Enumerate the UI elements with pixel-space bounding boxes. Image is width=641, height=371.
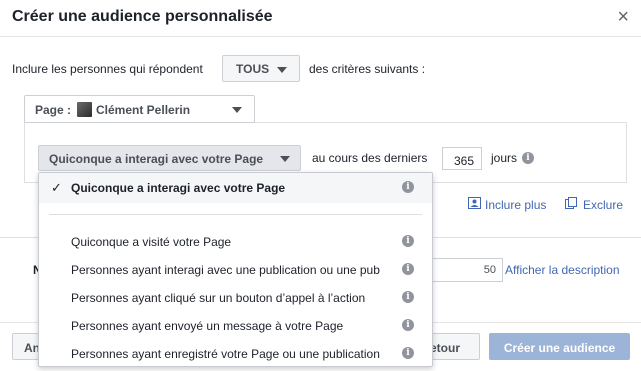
exclude-link[interactable]: Exclure	[583, 198, 623, 212]
exclude-icon[interactable]	[565, 197, 577, 212]
include-more-icon[interactable]	[468, 197, 481, 212]
match-all-dropdown[interactable]: TOUS	[222, 55, 300, 82]
info-icon[interactable]: i	[402, 181, 414, 193]
menu-item-saved-page[interactable]: Personnes ayant enregistré votre Page ou…	[39, 339, 432, 367]
page-avatar	[77, 102, 92, 117]
menu-item-engaged-post[interactable]: Personnes ayant interagi avec une public…	[39, 255, 432, 283]
checkmark-icon: ✓	[51, 180, 62, 195]
event-type-dropdown[interactable]: Quiconque a interagi avec votre Page	[38, 145, 301, 171]
criteria-prefix: Inclure les personnes qui répondent	[12, 62, 203, 76]
menu-item-interacted-page[interactable]: ✓ Quiconque a interagi avec votre Page i	[39, 173, 432, 203]
info-icon[interactable]: i	[522, 152, 534, 164]
menu-item-label: Personnes ayant envoyé un message à votr…	[71, 319, 344, 333]
include-more-link[interactable]: Inclure plus	[485, 198, 546, 212]
caret-down-icon	[232, 107, 242, 113]
event-type-menu: ✓ Quiconque a interagi avec votre Page i…	[38, 172, 433, 367]
info-icon[interactable]: i	[402, 347, 414, 359]
info-icon[interactable]: i	[402, 319, 414, 331]
info-icon[interactable]: i	[402, 263, 414, 275]
menu-item-clicked-cta[interactable]: Personnes ayant cliqué sur un bouton d’a…	[39, 283, 432, 311]
show-description-link[interactable]: Afficher la description	[505, 263, 620, 277]
page-selector-label: Page :	[35, 103, 72, 117]
create-audience-button[interactable]: Créer une audience	[489, 333, 630, 360]
caret-down-icon	[280, 156, 290, 162]
dialog-header: Créer une audience personnalisée ×	[0, 0, 641, 37]
menu-separator	[49, 214, 422, 215]
info-icon[interactable]: i	[402, 235, 414, 247]
menu-item-label: Personnes ayant enregistré votre Page ou…	[71, 347, 380, 361]
menu-item-label: Quiconque a interagi avec votre Page	[71, 181, 286, 195]
menu-item-label: Personnes ayant interagi avec une public…	[71, 263, 380, 277]
days-unit-label: jours	[491, 151, 518, 165]
menu-item-sent-message[interactable]: Personnes ayant envoyé un message à votr…	[39, 311, 432, 339]
page-name: Clément Pellerin	[96, 103, 191, 117]
custom-audience-dialog: Créer une audience personnalisée × Inclu…	[0, 0, 641, 371]
menu-item-label: Personnes ayant cliqué sur un bouton d’a…	[71, 291, 366, 305]
dialog-title: Créer une audience personnalisée	[12, 8, 273, 25]
criteria-suffix: des critères suivants :	[309, 62, 426, 76]
retention-days-input[interactable]	[442, 147, 482, 170]
description-field[interactable]: 50	[430, 258, 503, 282]
close-icon[interactable]: ×	[617, 7, 629, 27]
page-selector[interactable]: Page : Clément Pellerin	[24, 95, 255, 123]
menu-item-visited-page[interactable]: Quiconque a visité votre Page i	[39, 227, 432, 255]
menu-item-label: Quiconque a visité votre Page	[71, 235, 232, 249]
character-counter: 50	[483, 264, 496, 276]
during-label: au cours des derniers	[312, 151, 428, 165]
event-type-value: Quiconque a interagi avec votre Page	[49, 152, 264, 166]
caret-down-icon	[277, 66, 288, 73]
info-icon[interactable]: i	[402, 291, 414, 303]
match-all-value: TOUS	[236, 62, 270, 76]
